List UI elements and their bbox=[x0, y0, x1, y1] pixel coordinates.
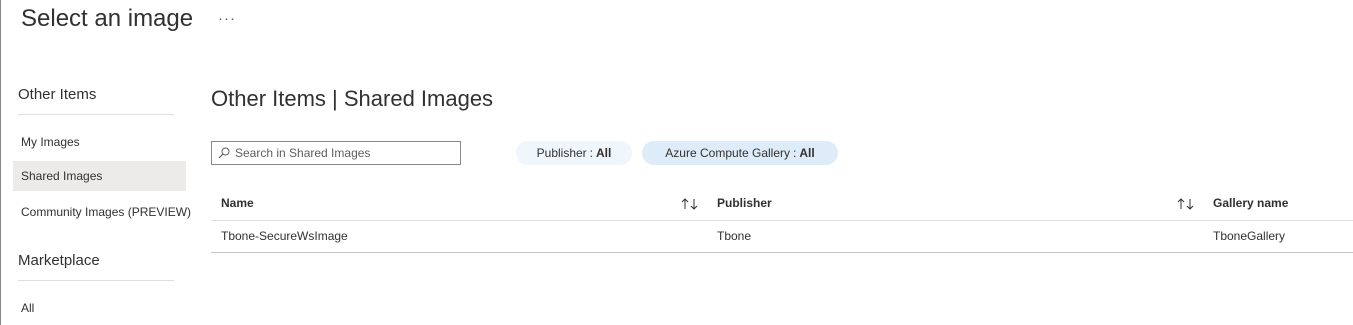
column-header-gallery-name[interactable]: Gallery name bbox=[1213, 187, 1288, 220]
sidebar-section-marketplace: Marketplace bbox=[18, 252, 100, 269]
blade-left-border bbox=[0, 0, 1, 325]
sidebar-section-other-items: Other Items bbox=[18, 86, 97, 103]
sidebar-divider bbox=[18, 280, 174, 281]
filter-separator: : bbox=[589, 146, 594, 160]
blade-title: Select an image bbox=[21, 5, 194, 32]
cell-publisher: Tbone bbox=[717, 229, 752, 243]
sidebar-item-my-images[interactable]: My Images bbox=[13, 127, 186, 157]
table-header: Name Publisher Gallery name bbox=[211, 187, 1353, 221]
filter-label: Publisher bbox=[536, 146, 587, 160]
search-icon bbox=[218, 147, 230, 159]
filter-value: All bbox=[596, 146, 612, 160]
sidebar-item-community-images[interactable]: Community Images (PREVIEW) bbox=[13, 197, 191, 227]
filter-value: All bbox=[799, 146, 815, 160]
sidebar-divider bbox=[18, 114, 174, 115]
sort-icon[interactable] bbox=[1177, 197, 1195, 211]
cell-name: Tbone-SecureWsImage bbox=[221, 229, 348, 243]
column-header-name[interactable]: Name bbox=[221, 187, 254, 220]
search-input[interactable] bbox=[235, 146, 435, 160]
column-header-publisher[interactable]: Publisher bbox=[717, 187, 772, 220]
more-options-icon[interactable]: ··· bbox=[218, 10, 236, 27]
gallery-filter-pill[interactable]: Azure Compute Gallery: All bbox=[642, 141, 838, 165]
table-row[interactable]: Tbone-SecureWsImage Tbone TboneGallery bbox=[211, 221, 1353, 253]
search-box[interactable] bbox=[211, 141, 461, 165]
filter-label: Azure Compute Gallery bbox=[665, 146, 791, 160]
filter-separator: : bbox=[793, 146, 797, 160]
page-title: Other Items | Shared Images bbox=[211, 86, 494, 111]
sidebar-item-shared-images[interactable]: Shared Images bbox=[13, 161, 186, 191]
cell-gallery-name: TboneGallery bbox=[1213, 229, 1286, 243]
sidebar-item-all[interactable]: All bbox=[13, 293, 186, 323]
publisher-filter-pill[interactable]: Publisher: All bbox=[516, 141, 632, 165]
sort-icon[interactable] bbox=[681, 197, 699, 211]
